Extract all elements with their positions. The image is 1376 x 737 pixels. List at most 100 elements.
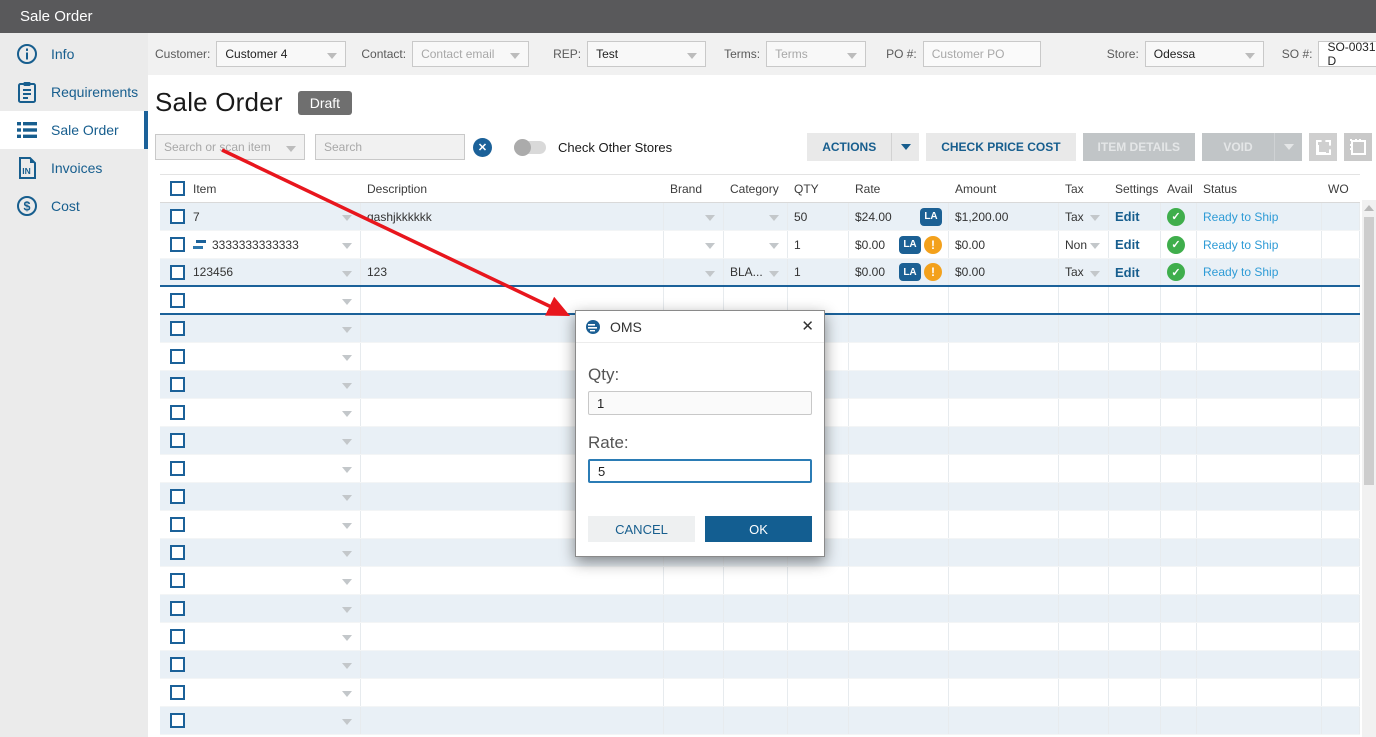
row-checkbox[interactable] <box>170 264 185 280</box>
brand-dropdown[interactable] <box>664 259 724 285</box>
search-input[interactable]: Search <box>315 134 465 160</box>
item-dropdown[interactable] <box>187 427 361 454</box>
item-dropdown[interactable] <box>187 651 361 678</box>
qty-cell[interactable]: 1 <box>788 259 849 285</box>
clear-search-button[interactable]: ✕ <box>473 137 492 157</box>
item-dropdown[interactable] <box>187 399 361 426</box>
select-all-checkbox[interactable] <box>170 181 185 196</box>
so-input[interactable]: SO-0031318-D <box>1318 40 1376 68</box>
item-dropdown[interactable] <box>187 707 361 734</box>
qty-cell[interactable]: 1 <box>788 231 849 258</box>
store-dropdown[interactable]: Odessa <box>1144 41 1264 67</box>
row-checkbox[interactable] <box>170 713 185 728</box>
edit-link[interactable]: Edit <box>1115 209 1140 224</box>
row-checkbox[interactable] <box>170 292 185 308</box>
vertical-scrollbar[interactable] <box>1362 200 1376 737</box>
check-price-cost-button[interactable]: CHECK PRICE COST <box>926 133 1076 161</box>
rate-field[interactable]: 5 <box>588 459 812 483</box>
empty-cell <box>1059 371 1109 398</box>
sidebar-item-requirements[interactable]: Requirements <box>0 73 148 111</box>
tax-dropdown[interactable]: Non <box>1059 231 1109 258</box>
row-checkbox[interactable] <box>170 433 185 448</box>
empty-cell <box>849 315 949 342</box>
void-button[interactable]: VOID <box>1202 133 1274 161</box>
item-dropdown[interactable] <box>187 539 361 566</box>
row-checkbox[interactable] <box>170 545 185 560</box>
sidebar-item-sale-order[interactable]: Sale Order <box>0 111 148 149</box>
item-details-button[interactable]: ITEM DETAILS <box>1082 133 1195 161</box>
terms-dropdown[interactable]: Terms <box>766 41 867 67</box>
edit-link[interactable]: Edit <box>1115 237 1140 252</box>
category-dropdown[interactable] <box>724 203 788 230</box>
scrollbar-thumb[interactable] <box>1364 217 1374 485</box>
edit-link[interactable]: Edit <box>1115 265 1140 280</box>
row-checkbox[interactable] <box>170 237 185 252</box>
item-dropdown[interactable] <box>187 623 361 650</box>
item-dropdown[interactable]: 3333333333333 <box>187 231 361 258</box>
row-checkbox[interactable] <box>170 209 185 224</box>
category-dropdown[interactable] <box>724 231 788 258</box>
close-icon[interactable]: ✕ <box>801 319 814 334</box>
status-link[interactable]: Ready to Ship <box>1203 238 1278 252</box>
dialog-titlebar[interactable]: OMS ✕ <box>576 311 824 343</box>
item-dropdown[interactable] <box>187 483 361 510</box>
row-checkbox[interactable] <box>170 461 185 476</box>
empty-cell <box>788 707 849 734</box>
cancel-button[interactable]: CANCEL <box>588 516 695 542</box>
tax-dropdown[interactable]: Tax <box>1059 259 1109 285</box>
tax-dropdown[interactable]: Tax <box>1059 203 1109 230</box>
row-checkbox[interactable] <box>170 601 185 616</box>
item-dropdown[interactable] <box>187 315 361 342</box>
customer-dropdown[interactable]: Customer 4 <box>216 41 347 67</box>
rate-cell[interactable]: $24.00 LA <box>849 203 949 230</box>
po-input[interactable]: Customer PO <box>922 41 1041 67</box>
item-dropdown[interactable] <box>187 511 361 538</box>
description-cell[interactable]: qashjkkkkkk <box>361 203 664 230</box>
rep-dropdown[interactable]: Test <box>587 41 707 67</box>
row-checkbox[interactable] <box>170 573 185 588</box>
brand-dropdown[interactable] <box>664 203 724 230</box>
category-dropdown[interactable]: BLA... <box>724 259 788 285</box>
check-other-stores-toggle[interactable] <box>514 138 546 156</box>
row-checkbox[interactable] <box>170 349 185 364</box>
qty-field[interactable]: 1 <box>588 391 812 415</box>
item-dropdown[interactable] <box>187 595 361 622</box>
sidebar-item-cost[interactable]: $ Cost <box>0 187 148 225</box>
sidebar-item-info[interactable]: Info <box>0 35 148 73</box>
description-cell[interactable] <box>361 231 664 258</box>
contact-dropdown[interactable]: Contact email <box>412 41 530 67</box>
sidebar-item-invoices[interactable]: IN Invoices <box>0 149 148 187</box>
item-dropdown[interactable] <box>187 287 361 313</box>
actions-button[interactable]: ACTIONS <box>807 133 892 161</box>
select-region-button[interactable] <box>1309 133 1337 161</box>
row-checkbox[interactable] <box>170 685 185 700</box>
row-checkbox[interactable] <box>170 321 185 336</box>
item-dropdown[interactable]: 7 <box>187 203 361 230</box>
row-checkbox[interactable] <box>170 405 185 420</box>
item-dropdown[interactable] <box>187 679 361 706</box>
row-checkbox[interactable] <box>170 629 185 644</box>
item-dropdown[interactable] <box>187 371 361 398</box>
status-link[interactable]: Ready to Ship <box>1203 210 1278 224</box>
status-link[interactable]: Ready to Ship <box>1203 265 1278 279</box>
actions-dropdown-button[interactable] <box>891 133 920 161</box>
chevron-down-icon <box>342 523 352 529</box>
rate-cell[interactable]: $0.00 LA! <box>849 231 949 258</box>
item-dropdown[interactable] <box>187 567 361 594</box>
void-dropdown-button[interactable] <box>1274 133 1302 161</box>
ok-button[interactable]: OK <box>705 516 812 542</box>
row-checkbox[interactable] <box>170 377 185 392</box>
item-dropdown[interactable] <box>187 455 361 482</box>
scroll-up-icon[interactable] <box>1364 205 1374 211</box>
rate-cell[interactable]: $0.00 LA! <box>849 259 949 285</box>
brand-dropdown[interactable] <box>664 231 724 258</box>
row-checkbox[interactable] <box>170 489 185 504</box>
row-checkbox[interactable] <box>170 517 185 532</box>
row-checkbox[interactable] <box>170 657 185 672</box>
description-cell[interactable]: 123 <box>361 259 664 285</box>
item-search-dropdown[interactable]: Search or scan item <box>155 134 305 160</box>
qty-cell[interactable]: 50 <box>788 203 849 230</box>
item-dropdown[interactable]: 123456 <box>187 259 361 285</box>
item-dropdown[interactable] <box>187 343 361 370</box>
layout-panel-button[interactable] <box>1344 133 1372 161</box>
